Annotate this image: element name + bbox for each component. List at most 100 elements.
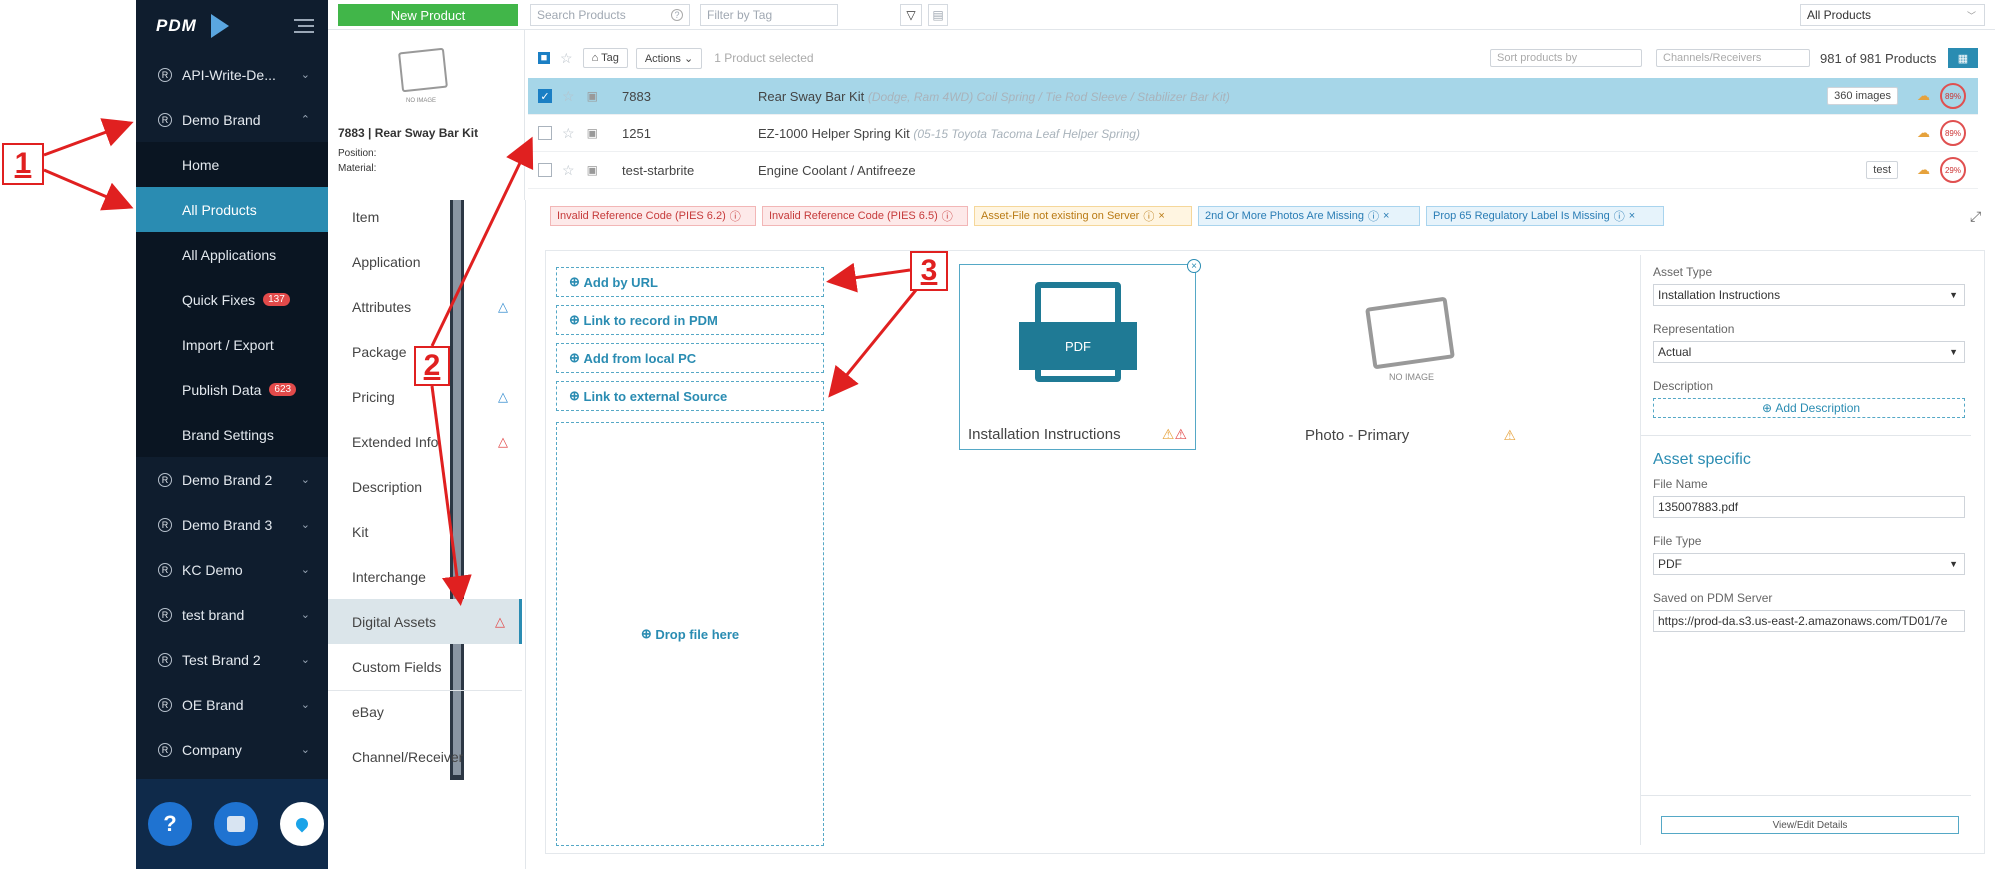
- saved-server-label: Saved on PDM Server: [1653, 591, 1773, 605]
- star-icon[interactable]: ☆: [562, 125, 575, 142]
- nav-item[interactable]: Channel/Receiver: [328, 734, 522, 779]
- top-bar: New Product Search Products ? Filter by …: [328, 0, 1995, 30]
- issue-tag[interactable]: Prop 65 Regulatory Label Is Missing ⓘ ×: [1426, 206, 1664, 226]
- channels-select[interactable]: Channels/Receivers: [1656, 49, 1810, 67]
- content-divider: [525, 200, 526, 869]
- menu-collapse-icon[interactable]: [294, 19, 314, 33]
- nav-item[interactable]: Extended Info △: [328, 419, 522, 464]
- sidebar-item[interactable]: R Demo Brand 2 ⌄: [136, 457, 328, 502]
- sidebar-item[interactable]: R OE Brand ⌄: [136, 682, 328, 727]
- sidebar-item[interactable]: Brand Settings: [136, 412, 328, 457]
- link-record-button[interactable]: ⊕ Link to record in PDM: [556, 305, 824, 335]
- save-filter-icon[interactable]: ▤: [928, 4, 948, 26]
- star-icon[interactable]: ☆: [560, 50, 573, 67]
- sidebar-item[interactable]: R Demo Brand ⌃: [136, 97, 328, 142]
- expand-icon[interactable]: ⤢: [1970, 208, 1981, 225]
- annotation-3: 3: [910, 251, 948, 291]
- sidebar-item[interactable]: All Applications: [136, 232, 328, 277]
- link-external-button[interactable]: ⊕ Link to external Source: [556, 381, 824, 411]
- new-product-button[interactable]: New Product: [338, 4, 518, 26]
- sidebar-item[interactable]: Rtest brand ⌄: [136, 592, 328, 637]
- product-row[interactable]: ✓ ☆ ▣ 7883 Rear Sway Bar Kit (Dodge, Ram 4WD…: [528, 78, 1978, 115]
- actions-button[interactable]: Actions ⌄: [635, 47, 703, 69]
- sidebar-item[interactable]: Import / Export: [136, 322, 328, 367]
- all-products-select[interactable]: All Products ﹀: [1800, 4, 1985, 26]
- sidebar-footer: ?: [136, 779, 328, 869]
- star-icon[interactable]: ☆: [562, 162, 575, 179]
- sidebar-item[interactable]: Publish Data 623: [136, 367, 328, 412]
- add-by-url-button[interactable]: ⊕ Add by URL: [556, 267, 824, 297]
- registered-icon: R: [158, 517, 172, 532]
- issue-tag[interactable]: Invalid Reference Code (PIES 6.5) ⓘ: [762, 206, 968, 226]
- details-divider: [1641, 435, 1971, 436]
- nav-item[interactable]: Kit: [328, 509, 522, 554]
- issue-tag[interactable]: 2nd Or More Photos Are Missing ⓘ ×: [1198, 206, 1420, 226]
- remove-icon[interactable]: ×: [1187, 259, 1201, 273]
- file-type-select[interactable]: PDF ▼: [1653, 553, 1965, 575]
- view-toggle-button[interactable]: ▦: [1948, 48, 1978, 68]
- asset-card-installation[interactable]: PDF Installation Instructions ⚠⚠ ×: [959, 259, 1201, 450]
- chevron-down-icon: ⌄: [300, 609, 310, 621]
- nav-item[interactable]: Description: [328, 464, 522, 509]
- file-name-input[interactable]: 135007883.pdf: [1653, 496, 1965, 518]
- sidebar-item[interactable]: R Company ⌄: [136, 727, 328, 772]
- sidebar-item[interactable]: Quick Fixes 137: [136, 277, 328, 322]
- close-icon[interactable]: ×: [1158, 210, 1164, 222]
- issue-tag-label: 2nd Or More Photos Are Missing: [1205, 210, 1364, 222]
- star-icon[interactable]: ☆: [562, 88, 575, 105]
- issue-tag[interactable]: Asset-File not existing on Server ⓘ ×: [974, 206, 1192, 226]
- drop-zone[interactable]: ⊕ Drop file here: [556, 422, 824, 846]
- image-icon: ▣: [586, 163, 598, 177]
- location-button[interactable]: [280, 802, 324, 846]
- close-icon[interactable]: ×: [1383, 210, 1389, 222]
- saved-server-input[interactable]: https://prod-da.s3.us-east-2.amazonaws.c…: [1653, 610, 1965, 632]
- drop-label: Drop file here: [655, 626, 740, 642]
- product-name: Engine Coolant / Antifreeze: [758, 163, 916, 178]
- representation-select[interactable]: Actual ▼: [1653, 341, 1965, 363]
- nav-item[interactable]: eBay: [328, 689, 522, 734]
- add-local-button[interactable]: ⊕ Add from local PC: [556, 343, 824, 373]
- filter-by-tag-input[interactable]: Filter by Tag: [700, 4, 838, 26]
- sidebar-item-label: Demo Brand: [182, 111, 261, 128]
- tag-button[interactable]: ⌂ Tag: [582, 48, 628, 68]
- nav-item[interactable]: Interchange: [328, 554, 522, 599]
- nav-item[interactable]: Custom Fields: [328, 644, 522, 689]
- chat-button[interactable]: [214, 802, 258, 846]
- add-description-button[interactable]: ⊕ Add Description: [1653, 398, 1965, 418]
- search-products-input[interactable]: Search Products ?: [530, 4, 690, 26]
- issue-tag-label: Invalid Reference Code (PIES 6.5): [769, 210, 938, 222]
- nav-item-label: Channel/Receiver: [352, 748, 464, 765]
- sidebar-item[interactable]: All Products: [136, 187, 328, 232]
- sidebar-item[interactable]: R Test Brand 2 ⌄: [136, 637, 328, 682]
- sidebar-item[interactable]: R KC Demo ⌄: [136, 547, 328, 592]
- row-checkbox[interactable]: ✓: [538, 89, 552, 103]
- nav-item[interactable]: Digital Assets △: [328, 599, 522, 644]
- product-summary: NO IMAGE 7883 | Rear Sway Bar Kit Positi…: [328, 30, 525, 200]
- sidebar-item[interactable]: R API-Write-De... ⌄: [136, 52, 328, 97]
- select-all-checkbox[interactable]: ■: [538, 52, 550, 64]
- completeness-gauge: 29%: [1940, 157, 1966, 183]
- sidebar-item[interactable]: R Demo Brand 3 ⌄: [136, 502, 328, 547]
- location-pin-icon: [293, 815, 311, 833]
- row-checkbox[interactable]: [538, 126, 552, 140]
- product-name-text: Rear Sway Bar Kit: [758, 88, 865, 104]
- product-row[interactable]: ☆ ▣ 1251 EZ-1000 Helper Spring Kit (05-15 T…: [528, 115, 1978, 152]
- sidebar-item[interactable]: Home: [136, 142, 328, 187]
- help-button[interactable]: ?: [148, 802, 192, 846]
- issue-tag[interactable]: Invalid Reference Code (PIES 6.2) ⓘ: [550, 206, 756, 226]
- nav-item[interactable]: Attributes △: [328, 284, 522, 329]
- chevron-down-icon: ⌄: [300, 654, 310, 666]
- close-icon[interactable]: ×: [1629, 210, 1635, 222]
- view-edit-details-button[interactable]: View/Edit Details: [1661, 816, 1959, 834]
- row-checkbox[interactable]: [538, 163, 552, 177]
- asset-card-photo[interactable]: NO IMAGE Photo - Primary ⚠: [1297, 264, 1534, 450]
- sort-select[interactable]: Sort products by: [1490, 49, 1642, 67]
- product-title: 7883 | Rear Sway Bar Kit: [338, 126, 479, 140]
- nav-item[interactable]: Item: [328, 194, 522, 239]
- nav-item[interactable]: Application: [328, 239, 522, 284]
- asset-type-select[interactable]: Installation Instructions ▼: [1653, 284, 1965, 306]
- filter-icon[interactable]: ▽: [900, 4, 922, 26]
- help-circle-icon[interactable]: ?: [671, 9, 683, 21]
- asset-card-label: Photo - Primary: [1305, 427, 1410, 444]
- product-row[interactable]: ☆ ▣ test-starbrite Engine Coolant / Antifre…: [528, 152, 1978, 189]
